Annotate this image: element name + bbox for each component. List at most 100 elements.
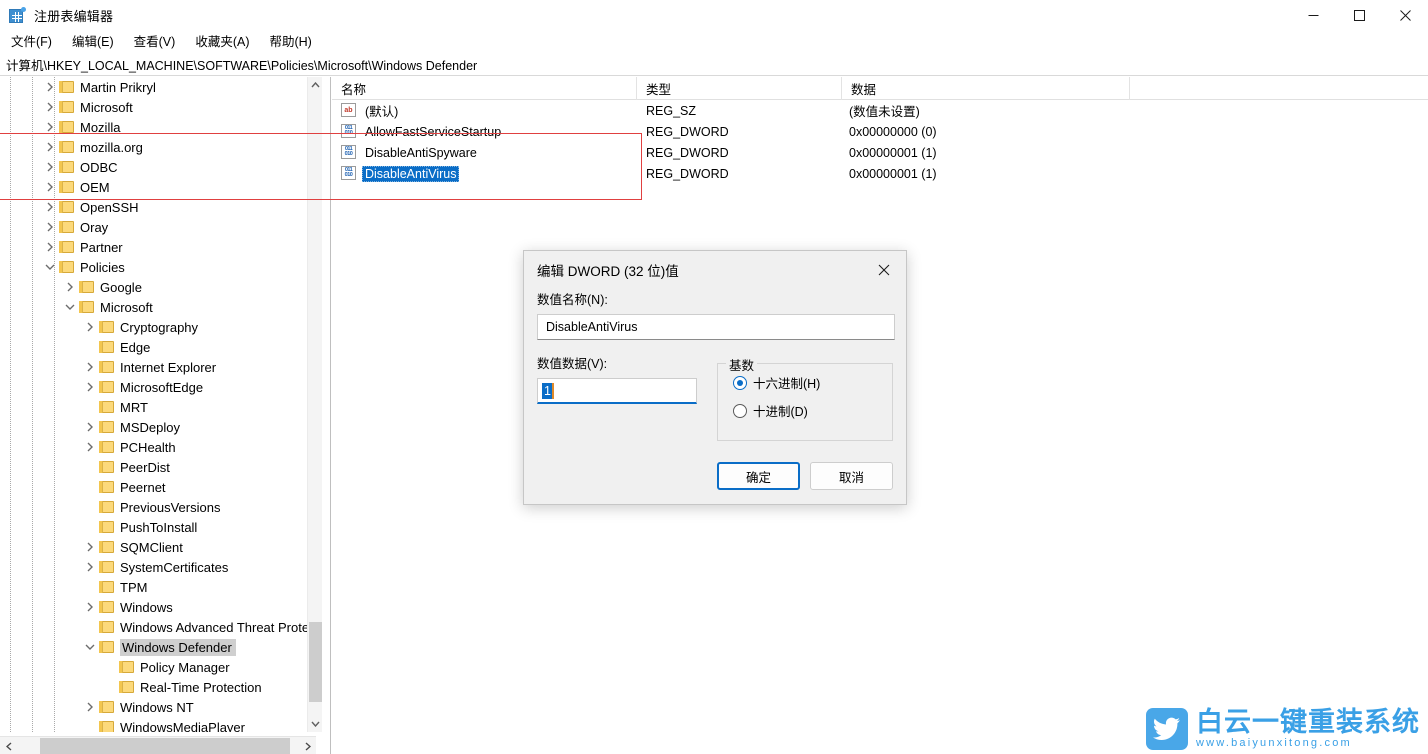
folder-icon xyxy=(98,720,115,732)
tree-item-label: Microsoft xyxy=(100,300,157,315)
tree-item[interactable]: Policies xyxy=(0,257,316,277)
table-row[interactable]: 011010DisableAntiVirusREG_DWORD0x0000000… xyxy=(332,163,1428,184)
tree-item[interactable]: MicrosoftEdge xyxy=(0,377,316,397)
tree-item[interactable]: OpenSSH xyxy=(0,197,316,217)
menu-help[interactable]: 帮助(H) xyxy=(260,32,320,52)
value-name-input[interactable]: DisableAntiVirus xyxy=(537,314,895,340)
chevron-down-icon[interactable] xyxy=(42,257,58,277)
chevron-right-icon[interactable] xyxy=(42,117,58,137)
chevron-right-icon[interactable] xyxy=(82,437,98,457)
close-icon[interactable] xyxy=(1382,0,1428,31)
tree-item[interactable]: Peernet xyxy=(0,477,316,497)
menu-view[interactable]: 查看(V) xyxy=(125,32,185,52)
tree-item-label: mozilla.org xyxy=(80,140,147,155)
tree-item[interactable]: Windows xyxy=(0,597,316,617)
menu-bar: 文件(F)编辑(E)查看(V)收藏夹(A)帮助(H) xyxy=(0,31,1428,53)
close-icon[interactable] xyxy=(862,251,906,289)
tree-item[interactable]: PushToInstall xyxy=(0,517,316,537)
table-row[interactable]: ab(默认)REG_SZ(数值未设置) xyxy=(332,100,1428,121)
chevron-right-icon[interactable] xyxy=(82,537,98,557)
radio-decimal[interactable]: 十进制(D) xyxy=(733,401,892,420)
tree-item[interactable]: PreviousVersions xyxy=(0,497,316,517)
chevron-right-icon[interactable] xyxy=(42,197,58,217)
tree-horizontal-scrollbar[interactable] xyxy=(0,736,316,754)
chevron-down-icon[interactable] xyxy=(62,297,78,317)
tree-item[interactable]: Windows Defender xyxy=(0,637,316,657)
radio-decimal-icon xyxy=(733,404,747,418)
scroll-left-arrow[interactable] xyxy=(0,737,17,754)
tree-item[interactable]: MSDeploy xyxy=(0,417,316,437)
value-data-input[interactable]: 1 xyxy=(537,378,697,404)
tree-item[interactable]: Martin Prikryl xyxy=(0,77,316,97)
maximize-icon[interactable] xyxy=(1336,0,1382,31)
tree-item[interactable]: Mozilla xyxy=(0,117,316,137)
tree-item[interactable]: Edge xyxy=(0,337,316,357)
menu-edit[interactable]: 编辑(E) xyxy=(63,32,123,52)
tree-item[interactable]: Microsoft xyxy=(0,97,316,117)
scroll-right-arrow[interactable] xyxy=(299,737,316,754)
tree-item[interactable]: Microsoft xyxy=(0,297,316,317)
scroll-up-arrow[interactable] xyxy=(308,77,323,93)
chevron-right-icon[interactable] xyxy=(42,237,58,257)
column-header-name[interactable]: 名称 xyxy=(332,77,637,100)
chevron-right-icon[interactable] xyxy=(62,277,78,297)
tree-item[interactable]: PCHealth xyxy=(0,437,316,457)
column-header-data[interactable]: 数据 xyxy=(842,77,1130,100)
menu-favorites[interactable]: 收藏夹(A) xyxy=(186,32,258,52)
tree-item[interactable]: Partner xyxy=(0,237,316,257)
tree-item[interactable]: TPM xyxy=(0,577,316,597)
folder-icon xyxy=(98,540,115,554)
tree-vertical-scrollbar[interactable] xyxy=(307,77,322,732)
chevron-right-icon[interactable] xyxy=(82,697,98,717)
radio-hexadecimal[interactable]: 十六进制(H) xyxy=(733,373,892,392)
tree-item[interactable]: Google xyxy=(0,277,316,297)
tree-item[interactable]: Real-Time Protection xyxy=(0,677,316,697)
scroll-down-arrow[interactable] xyxy=(308,716,323,732)
folder-icon xyxy=(98,360,115,374)
tree-item[interactable]: Policy Manager xyxy=(0,657,316,677)
tree-item[interactable]: MRT xyxy=(0,397,316,417)
menu-file[interactable]: 文件(F) xyxy=(2,32,61,52)
chevron-right-icon[interactable] xyxy=(82,357,98,377)
ok-button[interactable]: 确定 xyxy=(717,462,800,490)
table-row[interactable]: 011010DisableAntiSpywareREG_DWORD0x00000… xyxy=(332,142,1428,163)
chevron-right-icon[interactable] xyxy=(82,417,98,437)
address-bar[interactable]: 计算机\HKEY_LOCAL_MACHINE\SOFTWARE\Policies… xyxy=(0,54,1428,76)
chevron-right-icon[interactable] xyxy=(42,137,58,157)
chevron-right-icon[interactable] xyxy=(42,177,58,197)
chevron-right-icon[interactable] xyxy=(82,557,98,577)
table-row[interactable]: 011010AllowFastServiceStartupREG_DWORD0x… xyxy=(332,121,1428,142)
tree-item[interactable]: Windows NT xyxy=(0,697,316,717)
folder-icon xyxy=(58,140,75,154)
folder-icon xyxy=(58,80,75,94)
tree-item[interactable]: OEM xyxy=(0,177,316,197)
chevron-right-icon[interactable] xyxy=(82,377,98,397)
chevron-right-icon[interactable] xyxy=(42,77,58,97)
minimize-icon[interactable] xyxy=(1290,0,1336,31)
chevron-right-icon[interactable] xyxy=(82,317,98,337)
tree-scroll-thumb[interactable] xyxy=(309,622,322,702)
chevron-right-icon[interactable] xyxy=(82,597,98,617)
tree-hscroll-thumb[interactable] xyxy=(40,738,290,754)
tree-item[interactable]: Internet Explorer xyxy=(0,357,316,377)
tree-item[interactable]: Oray xyxy=(0,217,316,237)
column-header-type[interactable]: 类型 xyxy=(637,77,842,100)
tree-item[interactable]: PeerDist xyxy=(0,457,316,477)
tree-item[interactable]: Windows Advanced Threat Protectio xyxy=(0,617,316,637)
tree-item[interactable]: ODBC xyxy=(0,157,316,177)
tree-item[interactable]: Cryptography xyxy=(0,317,316,337)
chevron-right-icon[interactable] xyxy=(42,217,58,237)
chevron-down-icon[interactable] xyxy=(82,637,98,657)
tree-item[interactable]: mozilla.org xyxy=(0,137,316,157)
value-data-column: 数值数据(V): 1 xyxy=(537,353,717,441)
chevron-right-icon[interactable] xyxy=(42,157,58,177)
cancel-button[interactable]: 取消 xyxy=(810,462,893,490)
chevron-right-icon[interactable] xyxy=(42,97,58,117)
tree-item[interactable]: SQMClient xyxy=(0,537,316,557)
value-name-cell: DisableAntiVirus xyxy=(362,166,459,182)
tree-item-label: SQMClient xyxy=(120,540,187,555)
folder-icon xyxy=(58,260,75,274)
tree-item[interactable]: WindowsMediaPlayer xyxy=(0,717,316,732)
tree-item[interactable]: SystemCertificates xyxy=(0,557,316,577)
folder-icon xyxy=(98,400,115,414)
